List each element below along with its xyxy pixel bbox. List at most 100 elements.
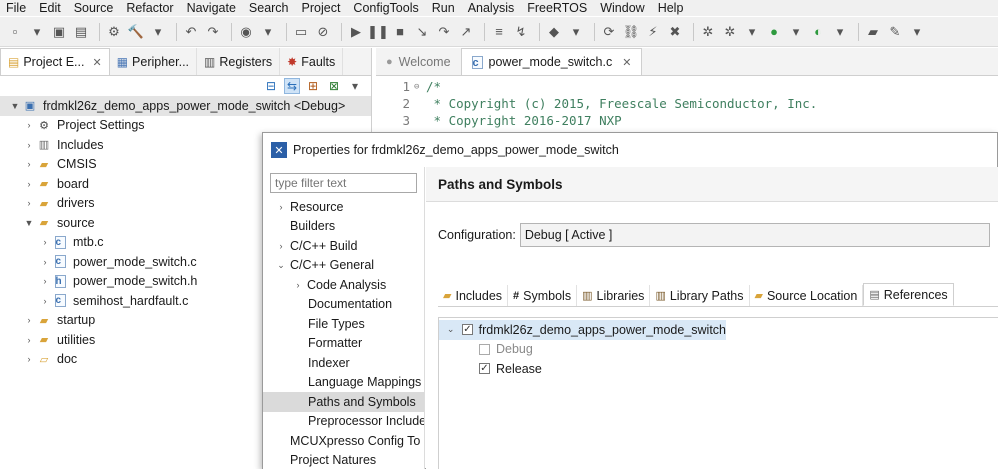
reference-project-row[interactable]: ⌄ ✓ frdmkl26z_demo_apps_power_mode_switc… <box>439 320 726 340</box>
menu-analysis[interactable]: Analysis <box>468 1 515 15</box>
package-icon[interactable]: ▰ <box>864 23 882 41</box>
settings-icon[interactable]: ⚙ <box>105 23 123 41</box>
nav-item-project-natures[interactable]: Project Natures <box>263 451 424 469</box>
collapsed-arrow-icon[interactable]: › <box>38 276 52 286</box>
dropdown-icon[interactable]: ▾ <box>259 23 277 41</box>
user-icon[interactable]: ◉ <box>237 23 255 41</box>
menu-file[interactable]: File <box>6 1 26 15</box>
fold-icon[interactable]: ⊖ <box>414 82 424 92</box>
expanded-arrow-icon[interactable]: ▼ <box>8 101 22 111</box>
close-icon[interactable]: ✕ <box>622 56 631 69</box>
nav-item-builders[interactable]: Builders <box>263 217 424 237</box>
step-return-icon[interactable]: ↗ <box>457 23 475 41</box>
menu-source[interactable]: Source <box>74 1 114 15</box>
drop-to-frame-icon[interactable]: ↯ <box>512 23 530 41</box>
nav-item-code-analysis[interactable]: › Code Analysis <box>263 275 424 295</box>
open-type-icon[interactable]: ◆ <box>545 23 563 41</box>
redo-icon[interactable]: ↷ <box>204 23 222 41</box>
nav-item-formatter[interactable]: Formatter <box>263 334 424 354</box>
nav-item-mcuxpresso-config-tools[interactable]: MCUXpresso Config To <box>263 431 424 451</box>
run-icon[interactable]: ● <box>765 23 783 41</box>
menu-refactor[interactable]: Refactor <box>126 1 173 15</box>
save-icon[interactable]: ▣ <box>50 23 68 41</box>
dropdown-icon[interactable]: ▾ <box>831 23 849 41</box>
dropdown-icon[interactable]: ▾ <box>149 23 167 41</box>
menu-freertos[interactable]: FreeRTOS <box>527 1 587 15</box>
tab-references[interactable]: ▤ References <box>863 283 954 306</box>
save-all-icon[interactable]: ▤ <box>72 23 90 41</box>
nav-item-resource[interactable]: › Resource <box>263 197 424 217</box>
link-with-editor-icon[interactable]: ⇆ <box>284 78 300 94</box>
collapsed-arrow-icon[interactable]: › <box>38 296 52 306</box>
collapsed-arrow-icon[interactable]: › <box>275 202 287 212</box>
collapsed-arrow-icon[interactable]: › <box>22 315 36 325</box>
tab-project-explorer[interactable]: ▤ Project E... ✕ <box>0 48 110 75</box>
dropdown-icon[interactable]: ▾ <box>743 23 761 41</box>
collapsed-arrow-icon[interactable]: › <box>22 335 36 345</box>
tab-symbols[interactable]: # Symbols <box>508 285 578 306</box>
dropdown-icon[interactable]: ▾ <box>908 23 926 41</box>
step-into-icon[interactable]: ↘ <box>413 23 431 41</box>
tab-faults[interactable]: ✸ Faults <box>280 48 344 75</box>
suspend-icon[interactable]: ❚❚ <box>367 23 389 41</box>
tree-root[interactable]: ▼ ▣ frdmkl26z_demo_apps_power_mode_switc… <box>0 96 371 116</box>
menu-run[interactable]: Run <box>432 1 455 15</box>
menu-navigate[interactable]: Navigate <box>187 1 236 15</box>
dropdown-icon[interactable]: ▾ <box>28 23 46 41</box>
collapsed-arrow-icon[interactable]: › <box>22 198 36 208</box>
flash-icon[interactable]: ⚡ <box>644 23 662 41</box>
expanded-arrow-icon[interactable]: ⌄ <box>275 260 287 271</box>
menu-edit[interactable]: Edit <box>39 1 61 15</box>
filter-input[interactable] <box>270 173 417 193</box>
debug-icon[interactable]: ✲ <box>699 23 717 41</box>
collapsed-arrow-icon[interactable]: › <box>22 140 36 150</box>
external-tools-icon[interactable]: ◐ <box>809 23 827 41</box>
brush-icon[interactable]: ✎ <box>886 23 904 41</box>
new-icon[interactable]: ▫ <box>6 23 24 41</box>
menu-help[interactable]: Help <box>658 1 684 15</box>
tab-registers[interactable]: ▥ Registers <box>197 48 281 75</box>
nav-item-documentation[interactable]: Documentation <box>263 295 424 315</box>
project-checkbox[interactable]: ✓ <box>462 324 473 336</box>
release-checkbox[interactable]: ✓ <box>479 363 490 375</box>
undo-icon[interactable]: ↶ <box>182 23 200 41</box>
collapsed-arrow-icon[interactable]: › <box>275 241 287 251</box>
tab-peripherals[interactable]: ▦ Peripher... <box>110 48 198 75</box>
tab-libraries[interactable]: ▥ Libraries <box>577 285 651 306</box>
collapsed-arrow-icon[interactable]: › <box>38 257 52 267</box>
resume-icon[interactable]: ▶ <box>347 23 365 41</box>
menu-window[interactable]: Window <box>600 1 644 15</box>
skip-breakpoints-icon[interactable]: ⊘ <box>314 23 332 41</box>
menu-search[interactable]: Search <box>249 1 289 15</box>
console-icon[interactable]: ▭ <box>292 23 310 41</box>
tab-library-paths[interactable]: ▥ Library Paths <box>650 285 750 306</box>
dropdown-icon[interactable]: ▾ <box>567 23 585 41</box>
tab-includes[interactable]: ▰ Includes <box>438 285 509 306</box>
nav-item-paths-and-symbols[interactable]: Paths and Symbols <box>263 392 424 412</box>
dropdown-icon[interactable]: ▾ <box>787 23 805 41</box>
tab-power-mode-switch-c[interactable]: c power_mode_switch.c ✕ <box>460 48 643 75</box>
view-menu-icon[interactable]: ▾ <box>347 78 363 94</box>
tab-source-location[interactable]: ▰ Source Location <box>750 285 864 306</box>
collapsed-arrow-icon[interactable]: › <box>38 237 52 247</box>
collapsed-arrow-icon[interactable]: › <box>22 120 36 130</box>
collapse-all-icon[interactable]: ⊟ <box>263 78 279 94</box>
project-wizard-icon[interactable]: ⊠ <box>326 78 342 94</box>
collapsed-arrow-icon[interactable]: › <box>22 179 36 189</box>
nav-item-cpp-build[interactable]: › C/C++ Build <box>263 236 424 256</box>
configuration-select[interactable]: Debug [ Active ] <box>519 223 990 247</box>
terminate-icon[interactable]: ■ <box>391 23 409 41</box>
nav-item-preprocessor-include[interactable]: Preprocessor Include <box>263 412 424 432</box>
nav-item-file-types[interactable]: File Types <box>263 314 424 334</box>
reference-config-row[interactable]: ✓ Release <box>439 359 998 379</box>
collapsed-arrow-icon[interactable]: › <box>22 159 36 169</box>
menu-configtools[interactable]: ConfigTools <box>353 1 418 15</box>
build-icon[interactable]: 🔨 <box>127 23 145 41</box>
filter-icon[interactable]: ⊞ <box>305 78 321 94</box>
expanded-arrow-icon[interactable]: ▼ <box>22 218 36 228</box>
collapsed-arrow-icon[interactable]: › <box>292 280 304 290</box>
dialog-title-bar[interactable]: ✕ Properties for frdmkl26z_demo_apps_pow… <box>263 133 997 167</box>
collapsed-arrow-icon[interactable]: › <box>22 354 36 364</box>
expanded-arrow-icon[interactable]: ⌄ <box>445 324 456 335</box>
menu-project[interactable]: Project <box>302 1 341 15</box>
